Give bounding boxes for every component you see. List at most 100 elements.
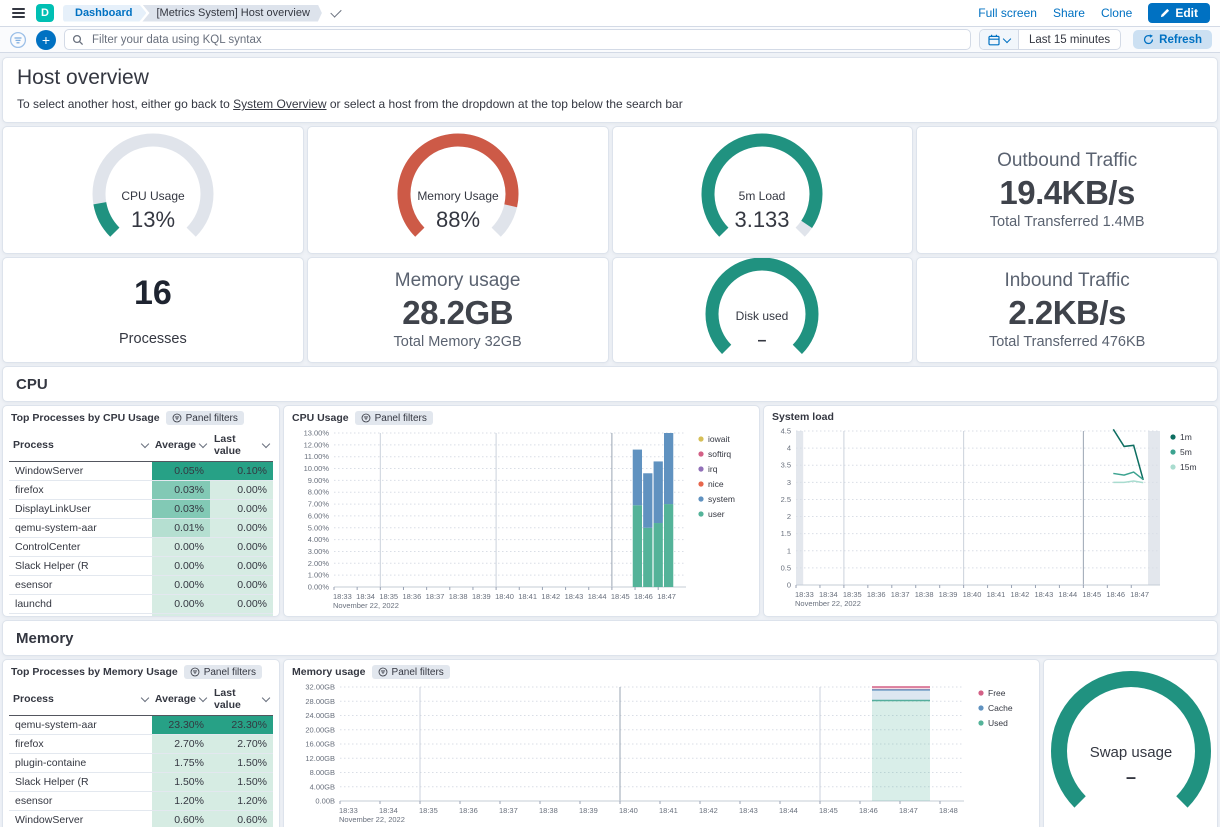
menu-icon[interactable] bbox=[10, 6, 27, 20]
clone-link[interactable]: Clone bbox=[1101, 6, 1132, 20]
svg-text:1m: 1m bbox=[1180, 432, 1192, 442]
calendar-dropdown[interactable] bbox=[980, 30, 1019, 49]
process-name-cell: metricbeat bbox=[9, 614, 152, 618]
column-header-process[interactable]: Process bbox=[9, 683, 152, 716]
panel-filters-badge[interactable]: Panel filters bbox=[372, 665, 450, 679]
svg-text:5m Load: 5m Load bbox=[739, 189, 786, 203]
saved-query-icon[interactable] bbox=[8, 30, 28, 50]
system-overview-link[interactable]: System Overview bbox=[233, 97, 326, 111]
svg-text:5.00%: 5.00% bbox=[308, 523, 330, 532]
legend-item[interactable]: irq bbox=[698, 464, 717, 474]
last-value-cell: 0.00% bbox=[210, 500, 273, 519]
disk-used-gauge: Disk used – bbox=[672, 258, 852, 363]
svg-text:1.00%: 1.00% bbox=[308, 571, 330, 580]
legend-item[interactable]: nice bbox=[698, 479, 723, 489]
svg-text:16.00GB: 16.00GB bbox=[305, 740, 335, 749]
system-load-chart-panel: System load 4.543.532.521.510.5018:3318:… bbox=[763, 405, 1218, 617]
metric-subtitle: Total Memory 32GB bbox=[394, 334, 522, 350]
add-filter-button[interactable]: + bbox=[36, 30, 56, 50]
svg-text:32.00GB: 32.00GB bbox=[305, 683, 335, 692]
refresh-button[interactable]: Refresh bbox=[1133, 30, 1212, 49]
column-header-average[interactable]: Average bbox=[152, 429, 210, 462]
svg-text:18:43: 18:43 bbox=[739, 806, 758, 815]
page-title: Host overview bbox=[17, 66, 1203, 90]
fullscreen-link[interactable]: Full screen bbox=[978, 6, 1037, 20]
column-header-process[interactable]: Process bbox=[9, 429, 152, 462]
column-header-average[interactable]: Average bbox=[152, 683, 210, 716]
legend-item[interactable]: Used bbox=[978, 718, 1008, 728]
cpu-processes-table: Process Average Last value WindowServer0… bbox=[9, 429, 273, 617]
time-range-label[interactable]: Last 15 minutes bbox=[1019, 34, 1120, 46]
average-cell: 0.03% bbox=[152, 481, 210, 500]
memory-usage-metric-panel: Memory usage 28.2GB Total Memory 32GB bbox=[307, 257, 609, 363]
metric-subtitle: Total Transferred 476KB bbox=[989, 334, 1145, 350]
svg-text:18:44: 18:44 bbox=[1058, 590, 1077, 599]
svg-text:–: – bbox=[758, 332, 767, 349]
svg-text:6.00%: 6.00% bbox=[308, 511, 330, 520]
svg-text:10.00%: 10.00% bbox=[304, 464, 330, 473]
svg-text:4.00GB: 4.00GB bbox=[310, 782, 335, 791]
average-cell: 0.03% bbox=[152, 500, 210, 519]
svg-text:18:39: 18:39 bbox=[579, 806, 598, 815]
column-header-last-value[interactable]: Last value bbox=[210, 683, 273, 716]
svg-text:irq: irq bbox=[708, 464, 718, 474]
breadcrumb-current[interactable]: [Metrics System] Host overview bbox=[142, 5, 321, 22]
average-cell: 0.60% bbox=[152, 811, 210, 827]
metric-title: Inbound Traffic bbox=[1004, 270, 1129, 292]
column-header-last-value[interactable]: Last value bbox=[210, 429, 273, 462]
svg-text:7.00%: 7.00% bbox=[308, 500, 330, 509]
svg-text:1.5: 1.5 bbox=[781, 529, 791, 538]
legend-item[interactable]: Cache bbox=[978, 703, 1012, 713]
svg-text:11.00%: 11.00% bbox=[304, 452, 329, 461]
svg-text:2: 2 bbox=[787, 512, 791, 521]
legend-item[interactable]: iowait bbox=[698, 434, 730, 444]
sort-icon bbox=[262, 694, 270, 702]
average-cell: 0.00% bbox=[152, 538, 210, 557]
table-row: Slack Helper (R0.00%0.00% bbox=[9, 557, 273, 576]
table-row: launchd0.00%0.00% bbox=[9, 595, 273, 614]
cpu-usage-chart: 13.00%12.00%11.00%10.00%9.00%8.00%7.00%6… bbox=[284, 427, 759, 617]
process-name-cell: esensor bbox=[9, 576, 152, 595]
kql-search-bar[interactable] bbox=[64, 29, 971, 50]
last-value-cell: 0.00% bbox=[210, 519, 273, 538]
svg-text:18:36: 18:36 bbox=[459, 806, 478, 815]
svg-text:iowait: iowait bbox=[708, 434, 730, 444]
table-row: firefox0.03%0.00% bbox=[9, 481, 273, 500]
svg-text:18:46: 18:46 bbox=[859, 806, 878, 815]
legend-item[interactable]: softirq bbox=[698, 449, 731, 459]
table-row: WindowServer0.05%0.10% bbox=[9, 462, 273, 481]
svg-text:2.00%: 2.00% bbox=[308, 559, 330, 568]
space-avatar[interactable]: D bbox=[36, 4, 54, 22]
panel-filters-badge[interactable]: Panel filters bbox=[355, 411, 433, 425]
svg-text:Memory Usage: Memory Usage bbox=[417, 189, 499, 203]
share-link[interactable]: Share bbox=[1053, 6, 1085, 20]
legend-item[interactable]: system bbox=[698, 494, 735, 504]
svg-text:Disk used: Disk used bbox=[736, 309, 789, 323]
legend-item[interactable]: user bbox=[698, 509, 724, 519]
legend-item[interactable]: Free bbox=[978, 688, 1005, 698]
average-cell: 2.70% bbox=[152, 735, 210, 754]
last-value-cell: 0.00% bbox=[210, 557, 273, 576]
table-row: WindowServer0.60%0.60% bbox=[9, 811, 273, 827]
disk-used-gauge-panel: Disk used – bbox=[612, 257, 914, 363]
process-name-cell: esensor bbox=[9, 792, 152, 811]
memory-usage-gauge: Memory Usage88% bbox=[368, 130, 548, 251]
svg-text:18:41: 18:41 bbox=[659, 806, 678, 815]
filter-badge-icon bbox=[190, 667, 200, 677]
panel-filters-badge[interactable]: Panel filters bbox=[184, 665, 262, 679]
memory-usage-chart: 32.00GB28.00GB24.00GB20.00GB16.00GB12.00… bbox=[284, 681, 1039, 827]
edit-button[interactable]: Edit bbox=[1148, 3, 1210, 23]
legend-item[interactable]: 1m bbox=[1170, 432, 1191, 442]
panel-filters-badge[interactable]: Panel filters bbox=[166, 411, 244, 425]
svg-text:3: 3 bbox=[787, 478, 791, 487]
breadcrumb-dashboard[interactable]: Dashboard bbox=[63, 5, 146, 22]
svg-text:1: 1 bbox=[787, 546, 791, 555]
legend-item[interactable]: 15m bbox=[1170, 462, 1196, 472]
process-count-label: Processes bbox=[119, 331, 187, 347]
search-input[interactable] bbox=[90, 33, 963, 47]
legend-item[interactable]: 5m bbox=[1170, 447, 1191, 457]
process-name-cell: qemu-system-aar bbox=[9, 716, 152, 735]
svg-text:18:40: 18:40 bbox=[963, 590, 982, 599]
svg-text:Free: Free bbox=[988, 688, 1006, 698]
sort-icon bbox=[141, 694, 149, 702]
